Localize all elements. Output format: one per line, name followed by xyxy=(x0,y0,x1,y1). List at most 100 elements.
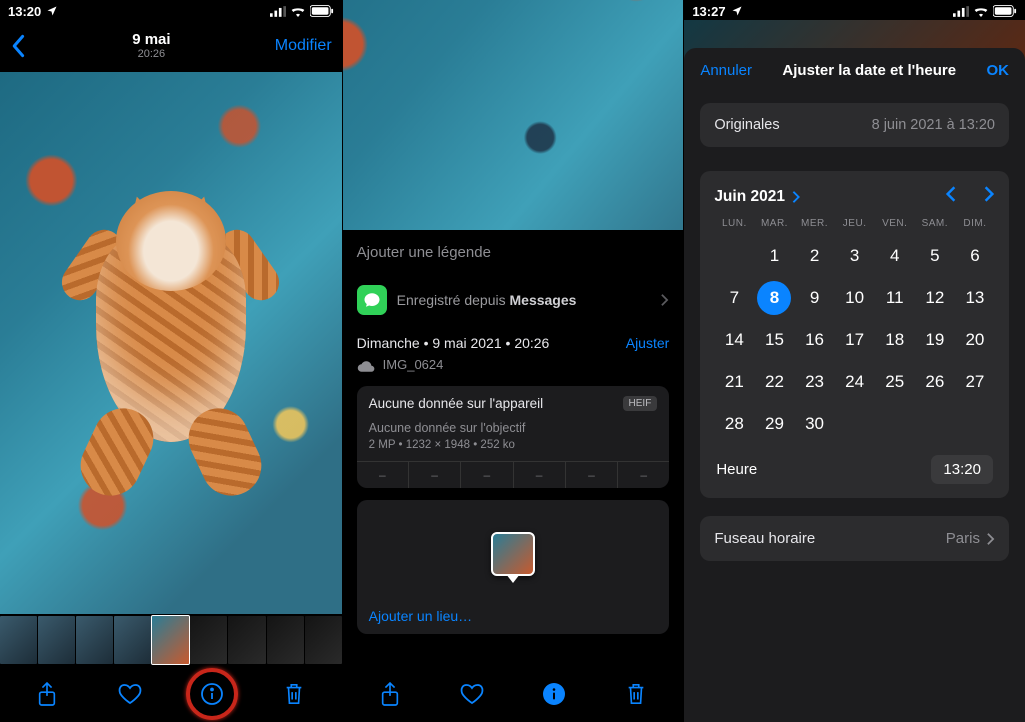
calendar-day[interactable]: 29 xyxy=(754,403,794,445)
nav-time: 20:26 xyxy=(132,48,170,61)
calendar-day[interactable]: 12 xyxy=(915,277,955,319)
edit-button[interactable]: Modifier xyxy=(275,37,332,55)
status-time: 13:27 xyxy=(692,4,725,19)
callout-ring xyxy=(186,668,238,720)
thumbnail[interactable] xyxy=(305,616,342,664)
calendar-day[interactable]: 16 xyxy=(795,319,835,361)
battery-icon xyxy=(310,5,334,17)
calendar-day[interactable]: 20 xyxy=(955,319,995,361)
calendar-day[interactable]: 6 xyxy=(955,235,995,277)
time-picker[interactable]: 13:20 xyxy=(931,455,993,484)
timezone-label: Fuseau horaire xyxy=(714,530,815,547)
calendar-day[interactable]: 7 xyxy=(714,277,754,319)
calendar-day[interactable]: 27 xyxy=(955,361,995,403)
location-arrow-icon xyxy=(46,5,58,17)
calendar-day[interactable]: 25 xyxy=(875,361,915,403)
calendar-day[interactable]: 30 xyxy=(795,403,835,445)
prev-month-button[interactable] xyxy=(945,185,957,208)
calendar-day[interactable]: 28 xyxy=(714,403,754,445)
share-button[interactable] xyxy=(25,672,69,716)
delete-button[interactable] xyxy=(272,672,316,716)
lens-missing-label: Aucune donnée sur l'objectif xyxy=(357,421,670,439)
thumbnail[interactable] xyxy=(76,616,113,664)
date-adjust-sheet: Annuler Ajuster la date et l'heure OK Or… xyxy=(684,48,1025,722)
calendar-day[interactable]: 22 xyxy=(754,361,794,403)
thumbnail[interactable] xyxy=(190,616,227,664)
calendar-day[interactable]: 15 xyxy=(754,319,794,361)
favorite-button[interactable] xyxy=(108,672,152,716)
timezone-row[interactable]: Fuseau horaire Paris xyxy=(700,516,1009,561)
nav-title: 9 mai 20:26 xyxy=(132,31,170,61)
calendar-day[interactable]: 9 xyxy=(795,277,835,319)
bottom-toolbar xyxy=(343,666,684,722)
share-button[interactable] xyxy=(368,672,412,716)
calendar-day[interactable]: 17 xyxy=(835,319,875,361)
next-month-button[interactable] xyxy=(983,185,995,208)
calendar-day[interactable]: 3 xyxy=(835,235,875,277)
thumbnail[interactable] xyxy=(114,616,151,664)
cancel-button[interactable]: Annuler xyxy=(700,62,752,79)
back-button[interactable] xyxy=(10,34,28,58)
device-missing-label: Aucune donnée sur l'appareil xyxy=(369,396,543,411)
delete-button[interactable] xyxy=(614,672,658,716)
calendar-day[interactable]: 23 xyxy=(795,361,835,403)
calendar-day[interactable]: 21 xyxy=(714,361,754,403)
calendar-day[interactable]: 2 xyxy=(795,235,835,277)
calendar-day[interactable]: 4 xyxy=(875,235,915,277)
thumbnail[interactable] xyxy=(38,616,75,664)
adjust-date-button[interactable]: Ajuster xyxy=(626,335,670,351)
thumbnail[interactable] xyxy=(267,616,304,664)
ok-button[interactable]: OK xyxy=(986,62,1009,79)
timezone-value: Paris xyxy=(946,530,980,547)
source-row[interactable]: Enregistré depuis Messages xyxy=(343,275,684,325)
cellular-icon xyxy=(270,6,286,17)
photo-subject-cat xyxy=(66,183,276,503)
wifi-icon xyxy=(290,5,306,17)
favorite-button[interactable] xyxy=(450,672,494,716)
date-row: Dimanche • 9 mai 2021 • 20:26 Ajuster xyxy=(343,325,684,355)
location-card[interactable]: Ajouter un lieu… xyxy=(357,500,670,634)
thumbnail[interactable] xyxy=(0,616,37,664)
info-button[interactable] xyxy=(190,672,234,716)
cellular-icon xyxy=(953,6,969,17)
add-location-button[interactable]: Ajouter un lieu… xyxy=(369,608,473,624)
calendar-day[interactable]: 14 xyxy=(714,319,754,361)
calendar-day[interactable]: 8 xyxy=(754,277,794,319)
chevron-right-icon xyxy=(986,532,995,546)
calendar-day[interactable]: 13 xyxy=(955,277,995,319)
photo-viewport[interactable] xyxy=(0,72,342,614)
thumbnail-selected[interactable] xyxy=(152,616,189,664)
month-picker[interactable]: Juin 2021 xyxy=(714,188,801,206)
calendar-day[interactable]: 24 xyxy=(835,361,875,403)
caption-input[interactable]: Ajouter une légende xyxy=(343,230,684,275)
location-thumbnail xyxy=(491,532,535,576)
location-arrow-icon xyxy=(731,5,743,17)
info-button-active[interactable] xyxy=(532,672,576,716)
screen-photo-info: Ajouter une légende Enregistré depuis Me… xyxy=(342,0,684,722)
calendar-grid[interactable]: 1234567891011121314151617181920212223242… xyxy=(714,235,995,445)
time-row: Heure 13:20 xyxy=(714,445,995,490)
status-bar: 13:20 xyxy=(0,0,342,20)
format-badge: HEIF xyxy=(623,396,658,411)
chevron-right-icon xyxy=(791,190,801,204)
status-time: 13:20 xyxy=(8,4,41,19)
image-specs: 2 MP1232 × 1948252 ko xyxy=(357,439,670,461)
thumbnail[interactable] xyxy=(228,616,265,664)
photo-preview[interactable] xyxy=(343,0,684,230)
nav-bar: 9 mai 20:26 Modifier xyxy=(0,20,342,72)
originals-label: Originales xyxy=(714,117,779,133)
nav-date: 9 mai xyxy=(132,31,170,48)
sheet-title: Ajuster la date et l'heure xyxy=(782,62,956,79)
screen-adjust-date: 13:27 Annuler Ajuster la date et l'heure… xyxy=(683,0,1025,722)
originals-value: 8 juin 2021 à 13:20 xyxy=(872,117,995,133)
thumbnail-strip[interactable] xyxy=(0,614,342,666)
calendar-day[interactable]: 5 xyxy=(915,235,955,277)
calendar-day[interactable]: 18 xyxy=(875,319,915,361)
calendar-day[interactable]: 19 xyxy=(915,319,955,361)
calendar-day[interactable]: 10 xyxy=(835,277,875,319)
calendar-day[interactable]: 11 xyxy=(875,277,915,319)
calendar-day[interactable]: 1 xyxy=(754,235,794,277)
chevron-right-icon xyxy=(660,293,669,307)
calendar-day[interactable]: 26 xyxy=(915,361,955,403)
sheet-header: Annuler Ajuster la date et l'heure OK xyxy=(684,48,1025,93)
